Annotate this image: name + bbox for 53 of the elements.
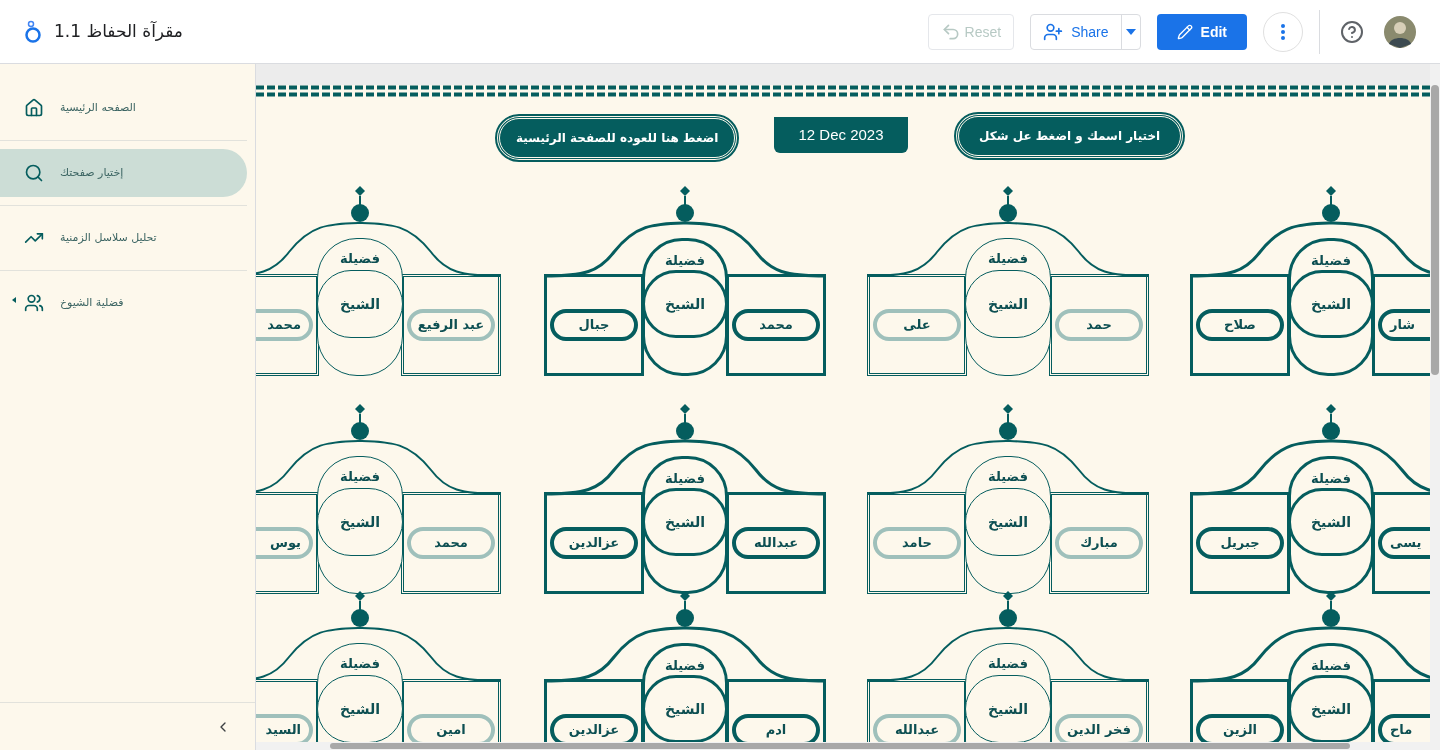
nav-label: إختيار صفحتك	[60, 164, 124, 181]
home-link-button[interactable]: اضغط هنا للعوده للصفحة الرئيسية	[497, 116, 738, 160]
name-tag[interactable]: عزالدين	[550, 527, 638, 559]
nav-label: تحليل سلاسل الزمنية	[60, 229, 157, 246]
name-tag[interactable]: جبريل	[1196, 527, 1284, 559]
name-tag[interactable]: جبال	[550, 309, 638, 341]
card-title: فضيلة	[988, 468, 1028, 486]
help-icon	[1340, 19, 1364, 44]
card-title: فضيلة	[988, 655, 1028, 673]
card-title: فضيلة	[340, 468, 380, 486]
card-title: فضيلة	[1311, 252, 1351, 270]
name-tag[interactable]: حمد	[1055, 309, 1143, 341]
name-tag[interactable]: حامد	[873, 527, 961, 559]
nav-item[interactable]: تحليل سلاسل الزمنية	[0, 214, 247, 262]
caret-icon	[1125, 28, 1136, 35]
name-tag[interactable]: على	[873, 309, 961, 341]
name-tag[interactable]: عبد الرفيع	[407, 309, 495, 341]
scrollbar-thumb[interactable]	[1431, 85, 1439, 375]
pencil-icon	[1176, 23, 1193, 40]
nav-item[interactable]: الصفحه الرئيسية	[0, 84, 247, 132]
nav-label: الصفحه الرئيسية	[60, 99, 136, 116]
card-title: فضيلة	[665, 657, 705, 675]
card-title: فضيلة	[340, 250, 380, 268]
more-icon	[1281, 23, 1285, 40]
name-tag[interactable]: عبدالله	[732, 527, 820, 559]
card-title: فضيلة	[665, 252, 705, 270]
logo-icon	[24, 19, 42, 44]
undo-icon	[940, 21, 961, 42]
nav-item[interactable]: إختيار صفحتك	[0, 149, 247, 197]
instruction-button[interactable]: اختيار اسمك و اضغط عل شكل	[956, 114, 1184, 158]
name-tag[interactable]: صلاح	[1196, 309, 1284, 341]
nav-item[interactable]: فضلية الشيوخ	[0, 279, 247, 327]
card-title: فضيلة	[988, 250, 1028, 268]
card-title: فضيلة	[665, 470, 705, 488]
caret-icon	[12, 297, 16, 303]
name-tag[interactable]: محمد	[732, 309, 820, 341]
card-title: فضيلة	[340, 655, 380, 673]
home-icon	[24, 98, 44, 118]
scrollbar-thumb[interactable]	[330, 743, 1350, 749]
edit-button[interactable]: Edit	[1156, 13, 1247, 50]
card-title: فضيلة	[1311, 470, 1351, 488]
add-person-icon	[1043, 21, 1064, 42]
people-icon	[24, 293, 44, 313]
search-icon	[24, 163, 44, 183]
nav-label: فضلية الشيوخ	[60, 294, 124, 311]
name-tag[interactable]: محمد	[256, 309, 313, 341]
name-tag[interactable]: مبارك	[1055, 527, 1143, 559]
name-tag[interactable]: محمد	[407, 527, 495, 559]
name-tag[interactable]: يوس	[256, 527, 313, 559]
avatar[interactable]	[1384, 15, 1416, 48]
report-title: مقرآة الحفاظ 1.1	[54, 19, 183, 43]
date-label: 12 Dec 2023	[774, 117, 908, 153]
card-title: فضيلة	[1311, 657, 1351, 675]
